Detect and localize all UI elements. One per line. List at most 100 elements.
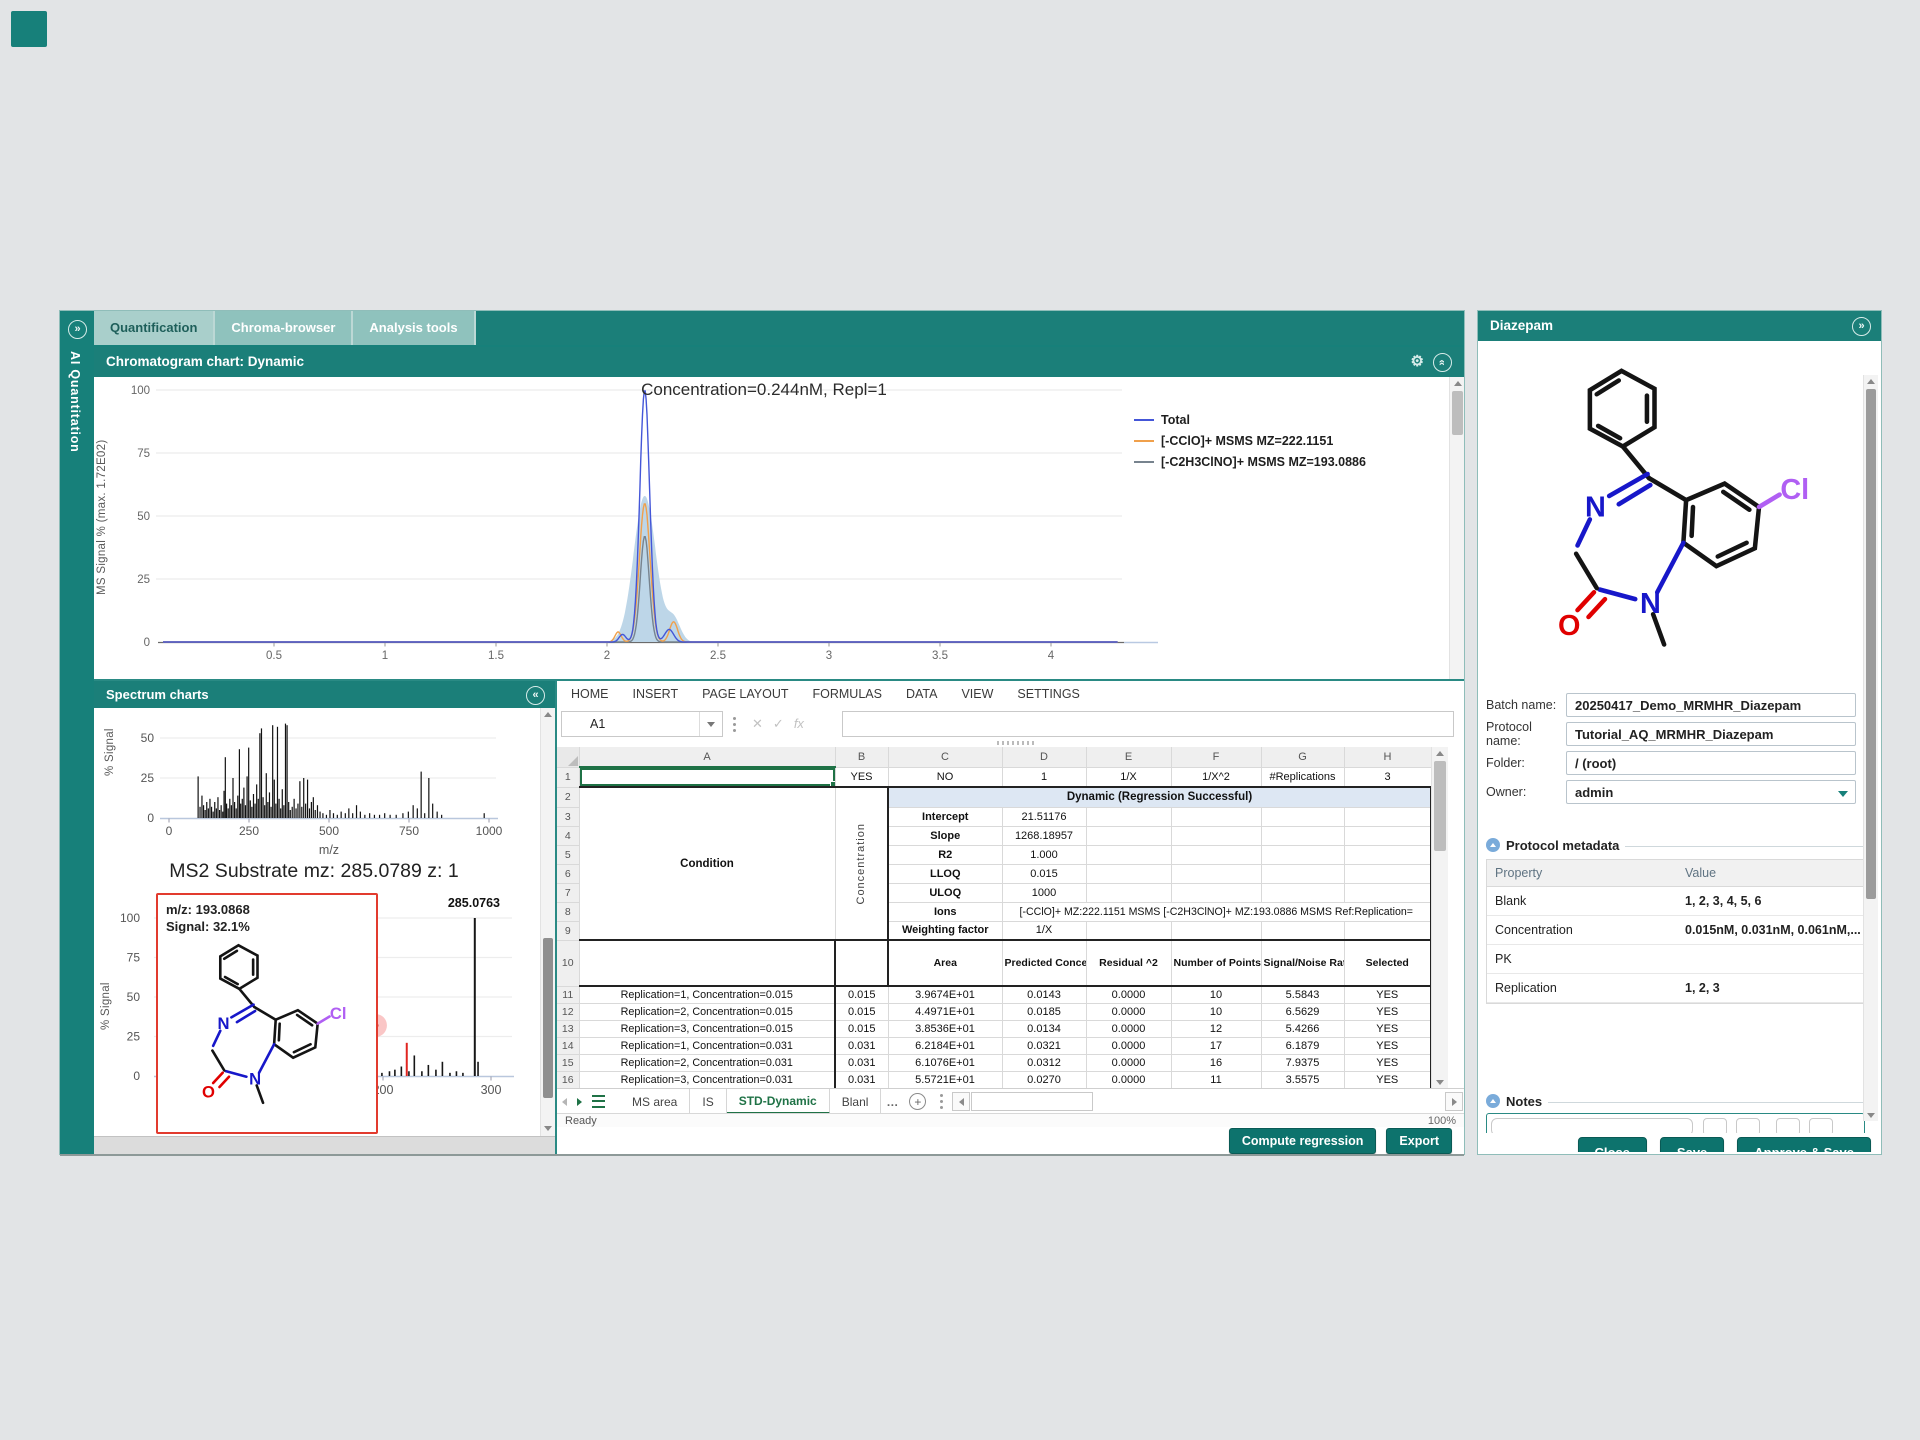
- grid-cell[interactable]: [1171, 921, 1261, 940]
- scroll-down-icon[interactable]: [541, 1122, 555, 1134]
- grid-cell[interactable]: Weighting factor: [888, 921, 1002, 940]
- grid-cell[interactable]: [1171, 807, 1261, 826]
- grid-cell[interactable]: 11: [557, 986, 579, 1003]
- grid-cell[interactable]: YES: [1344, 1054, 1431, 1071]
- field-protocol-name[interactable]: Tutorial_AQ_MRMHR_Diazepam: [1566, 722, 1856, 746]
- grid-cell[interactable]: [1086, 921, 1171, 940]
- grid-cell[interactable]: 15: [557, 1054, 579, 1071]
- grid-cell[interactable]: B: [835, 747, 888, 767]
- name-box-dropdown-icon[interactable]: [699, 712, 722, 736]
- menu-data[interactable]: DATA: [906, 687, 937, 701]
- scrollbar-thumb[interactable]: [1452, 391, 1463, 435]
- grid-cell[interactable]: 9: [557, 921, 579, 940]
- grid-cell[interactable]: [1171, 845, 1261, 864]
- dropdown-icon[interactable]: [1838, 791, 1848, 797]
- grid-cell[interactable]: 0.0270: [1002, 1071, 1086, 1088]
- export-button[interactable]: Export: [1386, 1128, 1452, 1154]
- grid-cell[interactable]: [1344, 845, 1431, 864]
- sheet-tab-ms-area[interactable]: MS area: [620, 1089, 690, 1114]
- grid-cell[interactable]: Replication=1, Concentration=0.031: [579, 1037, 835, 1054]
- selected-cell-a1[interactable]: [579, 767, 835, 787]
- grid-cell[interactable]: Dynamic (Regression Successful): [888, 787, 1431, 807]
- grid-cell[interactable]: 4: [557, 826, 579, 845]
- grid-cell[interactable]: G: [1261, 747, 1344, 767]
- grid-cell[interactable]: 1268.18957: [1002, 826, 1086, 845]
- sheet-tab-std-dynamic[interactable]: STD-Dynamic: [727, 1089, 830, 1114]
- menu-view[interactable]: VIEW: [961, 687, 993, 701]
- grid-cell[interactable]: YES: [1344, 986, 1431, 1003]
- tabbar-grip[interactable]: [940, 1100, 943, 1103]
- cancel-entry-icon[interactable]: ✕: [752, 716, 763, 732]
- add-sheet-icon[interactable]: +: [909, 1093, 926, 1110]
- grid-cell[interactable]: NO: [888, 767, 1002, 787]
- grid-cell[interactable]: 0.0000: [1086, 1020, 1171, 1037]
- scroll-up-icon[interactable]: [1432, 747, 1448, 759]
- grid-cell[interactable]: 0.015: [835, 1003, 888, 1020]
- grid-cell[interactable]: [1261, 845, 1344, 864]
- grid-cell[interactable]: [1086, 883, 1171, 902]
- grid-cell[interactable]: 16: [557, 1071, 579, 1088]
- confirm-entry-icon[interactable]: ✓: [773, 716, 784, 732]
- grid-cell[interactable]: Slope: [888, 826, 1002, 845]
- collapse-group-icon[interactable]: [1486, 1094, 1500, 1108]
- grid-cell[interactable]: [1171, 826, 1261, 845]
- field-batch-name[interactable]: 20250417_Demo_MRMHR_Diazepam: [1566, 693, 1856, 717]
- grid-cell[interactable]: 4.4971E+01: [888, 1003, 1002, 1020]
- grid-cell[interactable]: 21.51176: [1002, 807, 1086, 826]
- sheet-tab-is[interactable]: IS: [690, 1089, 726, 1114]
- grid-cell[interactable]: Concentration: [835, 787, 888, 940]
- spreadsheet-grid[interactable]: ABCDEFGH1YESNO11/X1/X^2#Replications32Co…: [557, 747, 1431, 1088]
- grid-cell[interactable]: H: [1344, 747, 1431, 767]
- grid-cell[interactable]: 0.015: [835, 986, 888, 1003]
- grid-cell[interactable]: YES: [835, 767, 888, 787]
- metadata-row[interactable]: Replication1, 2, 3: [1487, 974, 1865, 1003]
- grid-cell[interactable]: 1000: [1002, 883, 1086, 902]
- grid-cell[interactable]: [1086, 807, 1171, 826]
- grid-cell[interactable]: Condition: [579, 787, 835, 940]
- grid-cell[interactable]: 0.015: [1002, 864, 1086, 883]
- grid-cell[interactable]: YES: [1344, 1037, 1431, 1054]
- grid-cell[interactable]: 5: [557, 845, 579, 864]
- grid-cell[interactable]: 0.0000: [1086, 1003, 1171, 1020]
- save-button[interactable]: Save: [1660, 1137, 1724, 1152]
- grid-cell[interactable]: 0.0321: [1002, 1037, 1086, 1054]
- grid-cell[interactable]: 1.000: [1002, 845, 1086, 864]
- collapse-group-icon[interactable]: [1486, 838, 1500, 852]
- grid-cell[interactable]: 6.5629: [1261, 1003, 1344, 1020]
- grid-cell[interactable]: A: [579, 747, 835, 767]
- grid-cell[interactable]: [1344, 807, 1431, 826]
- grid-cell[interactable]: 6.2184E+01: [888, 1037, 1002, 1054]
- grid-cell[interactable]: 8: [557, 902, 579, 921]
- grid-cell[interactable]: 0.031: [835, 1071, 888, 1088]
- grid-cell[interactable]: 0.0000: [1086, 1054, 1171, 1071]
- grid-cell[interactable]: 0.0185: [1002, 1003, 1086, 1020]
- grid-cell[interactable]: Replication=1, Concentration=0.015: [579, 986, 835, 1003]
- grid-cell[interactable]: 0.0000: [1086, 1071, 1171, 1088]
- close-button[interactable]: Close: [1578, 1137, 1647, 1152]
- details-scrollbar[interactable]: [1863, 375, 1878, 1121]
- grid-cell[interactable]: 3.8536E+01: [888, 1020, 1002, 1037]
- grid-cell[interactable]: [1344, 864, 1431, 883]
- grid-cell[interactable]: YES: [1344, 1003, 1431, 1020]
- grid-cell[interactable]: Predicted Concentration: [1002, 940, 1086, 986]
- grid-cell[interactable]: 0.015: [835, 1020, 888, 1037]
- grid-cell[interactable]: ULOQ: [888, 883, 1002, 902]
- gear-icon[interactable]: ⚙: [1411, 347, 1424, 377]
- grid-cell[interactable]: 17: [1171, 1037, 1261, 1054]
- grid-cell[interactable]: YES: [1344, 1071, 1431, 1088]
- insert-function-icon[interactable]: fx: [794, 716, 804, 732]
- grid-cell[interactable]: [1171, 864, 1261, 883]
- grid-cell[interactable]: [1261, 826, 1344, 845]
- grid-cell[interactable]: Selected: [1344, 940, 1431, 986]
- grid-cell[interactable]: Number of Points Per Peak: [1171, 940, 1261, 986]
- sheet-tab-blanl[interactable]: Blanl: [830, 1089, 882, 1114]
- scrollbar-thumb[interactable]: [1866, 389, 1876, 899]
- grid-cell[interactable]: [1344, 921, 1431, 940]
- grid-cell[interactable]: 0.031: [835, 1037, 888, 1054]
- grid-cell[interactable]: 6.1879: [1261, 1037, 1344, 1054]
- grid-cell[interactable]: 0.0000: [1086, 1037, 1171, 1054]
- grid-cell[interactable]: [1344, 826, 1431, 845]
- grid-cell[interactable]: 10: [1171, 986, 1261, 1003]
- scrollbar-thumb[interactable]: [543, 938, 553, 1098]
- grid-cell[interactable]: E: [1086, 747, 1171, 767]
